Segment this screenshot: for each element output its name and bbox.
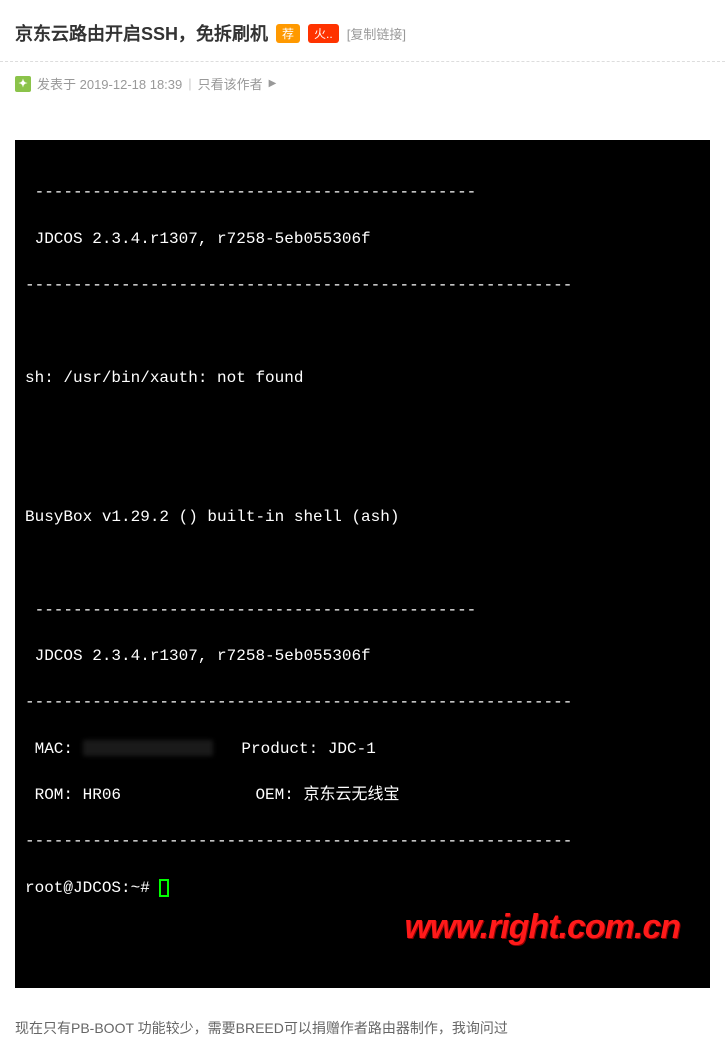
watermark: www.right.com.cn (404, 903, 680, 952)
meta-row: ✦ 发表于 2019-12-18 18:39 | 只看该作者 ▶ (0, 62, 725, 105)
mac-redacted (83, 740, 213, 756)
terminal-line: MAC: Product: JDC-1 (25, 738, 700, 761)
terminal-line: ----------------------------------------… (25, 274, 700, 297)
terminal-line: ----------------------------------------… (25, 599, 700, 622)
author-only-link[interactable]: 只看该作者 (198, 74, 263, 93)
terminal-line (25, 459, 700, 482)
terminal-prompt: root@JDCOS:~# (25, 877, 700, 900)
badge-hot: 火.. (308, 24, 339, 43)
posted-time: 发表于 2019-12-18 18:39 (37, 74, 182, 93)
post-content: ----------------------------------------… (0, 105, 725, 1003)
terminal-line: ----------------------------------------… (25, 830, 700, 853)
post-note: 现在只有PB-BOOT 功能较少，需要BREED可以捐赠作者路由器制作，我询问过 (0, 1003, 725, 1053)
post-header: 京东云路由开启SSH，免拆刷机 荐 火.. [复制链接] (0, 0, 725, 62)
terminal-line: ----------------------------------------… (25, 691, 700, 714)
terminal-line: sh: /usr/bin/xauth: not found (25, 367, 700, 390)
terminal-line (25, 413, 700, 436)
badge-recommend: 荐 (276, 24, 300, 43)
terminal-line: ----------------------------------------… (25, 181, 700, 204)
terminal-line (25, 552, 700, 575)
title-row: 京东云路由开启SSH，免拆刷机 荐 火.. [复制链接] (15, 20, 710, 46)
terminal-line: ROM: HR06 OEM: 京东云无线宝 (25, 784, 700, 807)
terminal-line: BusyBox v1.29.2 () built-in shell (ash) (25, 506, 700, 529)
post-icon: ✦ (15, 76, 31, 92)
arrow-icon: ▶ (269, 78, 277, 89)
divider: | (188, 76, 191, 91)
terminal-line: JDCOS 2.3.4.r1307, r7258-5eb055306f (25, 645, 700, 668)
post-title: 京东云路由开启SSH，免拆刷机 (15, 20, 268, 46)
copy-link[interactable]: [复制链接] (347, 24, 406, 43)
terminal-output: ----------------------------------------… (15, 140, 710, 988)
terminal-line: JDCOS 2.3.4.r1307, r7258-5eb055306f (25, 228, 700, 251)
cursor-icon (159, 879, 169, 897)
terminal-line (25, 320, 700, 343)
